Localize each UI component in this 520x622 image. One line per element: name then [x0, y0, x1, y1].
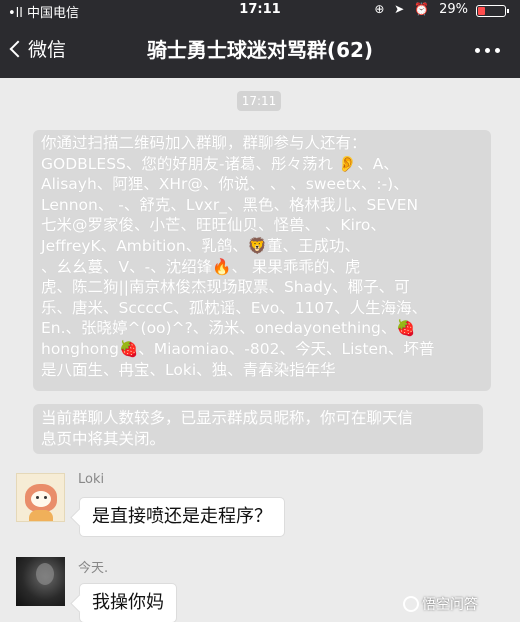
system-message-notice: 当前群聊人数较多，已显示群成员昵称，你可在聊天信 息页中将其关闭。 [33, 404, 483, 454]
more-options-icon[interactable] [475, 48, 500, 53]
system-message-line: 、幺幺蔓、V、-、沈绍锋🔥、 果果乖乖的、虎 [41, 257, 361, 276]
system-message-line: 七米@罗家俊、小芒、旺旺仙贝、怪兽、 、Kiro、 [41, 216, 386, 235]
status-bar: •ll 中国电信 17:11 ⊕ ➤ ⏰ 29% [0, 0, 520, 21]
status-icons: ⊕ ➤ ⏰ [374, 2, 432, 16]
chat-header: 微信 骑士勇士球迷对骂群(62) [0, 20, 520, 78]
battery-icon [476, 5, 509, 17]
battery-percent: 29% [439, 2, 468, 17]
system-message-line: GODBLESS、您的好朋友-诸葛、彤々荡れ 👂、A、 [41, 154, 399, 173]
watermark: 悟空问答 [403, 594, 478, 614]
chat-title: 骑士勇士球迷对骂群(62) [146, 38, 374, 62]
system-message-join: 你通过扫描二维码加入群聊，群聊参与人还有： GODBLESS、您的好朋友-诸葛、彤… [33, 130, 491, 391]
message-bubble[interactable]: 是直接喷还是走程序？ [79, 497, 285, 537]
system-message-line: Alisayh、阿狸、XHr@、你说、 、 、sweetx、:-)、 [41, 175, 409, 194]
avatar[interactable] [16, 557, 65, 606]
system-message-line: Lennon、 -、舒克、Lvxr_、黑色、格林我儿、SEVEN [41, 195, 419, 214]
watermark-label: 悟空问答 [422, 597, 478, 613]
sender-name: 今天. [78, 561, 109, 576]
avatar[interactable] [16, 473, 65, 522]
battery-fill [478, 7, 485, 15]
message-bubble[interactable]: 我操你妈 [79, 583, 177, 622]
wukong-logo-icon [403, 596, 419, 612]
system-message-line: 是八面生、冉宝、Loki、独、青春染指年华 [41, 360, 336, 379]
message-timestamp: 17:11 [237, 91, 281, 111]
system-message-line: honghong🍓、Miaomiao、-802、今天、Listen、坏普 [41, 339, 435, 358]
sender-name: Loki [78, 472, 105, 487]
system-message-line: 虎、陈二狗||南京林俊杰现场取票、Shady、椰子、可 [41, 278, 410, 297]
system-message-line: JeffreyK、Ambition、乳鸽、🦁董、王成功、 [41, 236, 361, 255]
system-message-line: 乐、唐米、SccccC、孤枕谣、Evo、1107、人生海海、 [41, 298, 428, 317]
system-message-line: 你通过扫描二维码加入群聊，群聊参与人还有： [41, 134, 367, 152]
system-message-line: En.、张晓婷^(oo)^?、汤米、onedayonething、🍓 [41, 319, 416, 338]
